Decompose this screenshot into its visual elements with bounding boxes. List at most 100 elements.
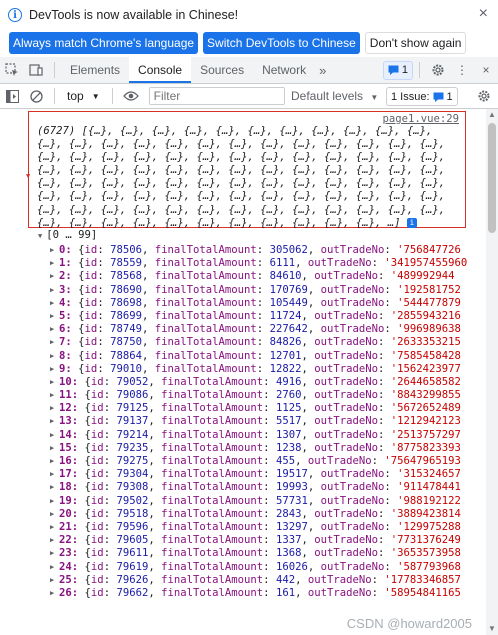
- expand-triangle-icon[interactable]: ▶: [50, 284, 54, 297]
- expand-triangle-icon[interactable]: ▶: [50, 587, 54, 600]
- always-match-language-button[interactable]: Always match Chrome's language: [9, 32, 199, 54]
- array-entry-row[interactable]: ▶ 17: {id: 79304, finalTotalAmount: 19517…: [0, 468, 486, 481]
- expand-triangle-icon[interactable]: ▶: [50, 495, 54, 508]
- switch-to-chinese-button[interactable]: Switch DevTools to Chinese: [203, 32, 360, 54]
- expand-triangle-icon[interactable]: ▶: [50, 310, 54, 323]
- info-badge-icon[interactable]: i: [406, 217, 417, 228]
- array-entry-row[interactable]: ▶ 9: {id: 79010, finalTotalAmount: 12822,…: [0, 363, 486, 376]
- console-settings-gear-icon[interactable]: [472, 84, 496, 108]
- inspect-element-icon[interactable]: [0, 57, 24, 83]
- scroll-up-icon[interactable]: ▲: [486, 109, 498, 121]
- source-link[interactable]: page1.vue:29: [382, 113, 459, 125]
- entry-index: 18: [59, 481, 72, 494]
- infobar-buttons: Always match Chrome's language Switch De…: [9, 32, 467, 54]
- entry-index: 12: [59, 402, 72, 415]
- array-entry-row[interactable]: ▶ 10: {id: 79052, finalTotalAmount: 4916,…: [0, 376, 486, 389]
- device-toolbar-icon[interactable]: [24, 57, 48, 83]
- expand-triangle-icon[interactable]: ▶: [50, 257, 54, 270]
- expand-triangle-icon[interactable]: ▶: [50, 508, 54, 521]
- array-entry-text: 13: {id: 79137, finalTotalAmount: 5517, …: [59, 415, 461, 428]
- array-entry-row[interactable]: ▶ 20: {id: 79518, finalTotalAmount: 2843,…: [0, 508, 486, 521]
- highlighted-log-message[interactable]: page1.vue:29 (6727) [{…}, {…}, {…}, {…},…: [28, 111, 466, 230]
- message-icon: [388, 65, 399, 75]
- array-entry-row[interactable]: ▶ 19: {id: 79502, finalTotalAmount: 57731…: [0, 495, 486, 508]
- array-entry-row[interactable]: ▶ 7: {id: 78750, finalTotalAmount: 84826,…: [0, 336, 486, 349]
- expand-triangle-icon[interactable]: ▶: [50, 244, 54, 257]
- expand-triangle-icon[interactable]: ▶: [50, 455, 54, 468]
- console-scrollbar[interactable]: ▲ ▼: [486, 109, 498, 635]
- expand-triangle-icon[interactable]: ▶: [50, 402, 54, 415]
- expand-triangle-icon[interactable]: ▶: [50, 442, 54, 455]
- sidebar-toggle-icon[interactable]: [0, 83, 24, 109]
- entry-id: 78690: [110, 283, 142, 296]
- gear-icon[interactable]: [426, 57, 450, 83]
- close-icon[interactable]: ×: [479, 5, 488, 23]
- array-entry-row[interactable]: ▶ 25: {id: 79626, finalTotalAmount: 442, …: [0, 574, 486, 587]
- array-entry-row[interactable]: ▶ 21: {id: 79596, finalTotalAmount: 13297…: [0, 521, 486, 534]
- expand-triangle-icon[interactable]: ▶: [50, 521, 54, 534]
- more-options-icon[interactable]: ⋮: [450, 57, 474, 83]
- array-entry-row[interactable]: ▶ 18: {id: 79308, finalTotalAmount: 19993…: [0, 481, 486, 494]
- array-entry-row[interactable]: ▶ 12: {id: 79125, finalTotalAmount: 1125,…: [0, 402, 486, 415]
- clear-console-icon[interactable]: [24, 83, 48, 109]
- tab-elements[interactable]: Elements: [61, 57, 129, 83]
- expand-triangle-icon[interactable]: ▶: [50, 323, 54, 336]
- expand-triangle-icon[interactable]: ▶: [50, 468, 54, 481]
- expand-triangle-icon[interactable]: ▶: [50, 534, 54, 547]
- range-group[interactable]: ▼ [0 … 99]: [38, 229, 97, 241]
- array-entry-row[interactable]: ▶ 14: {id: 79214, finalTotalAmount: 1307,…: [0, 429, 486, 442]
- array-entry-row[interactable]: ▶ 23: {id: 79611, finalTotalAmount: 1368,…: [0, 547, 486, 560]
- entry-amount: 11724: [269, 309, 302, 322]
- infobar-message-line: i DevTools is now available in Chinese!: [8, 8, 238, 22]
- array-entry-row[interactable]: ▶ 24: {id: 79619, finalTotalAmount: 16026…: [0, 561, 486, 574]
- array-entry-row[interactable]: ▶ 5: {id: 78699, finalTotalAmount: 11724,…: [0, 310, 486, 323]
- expand-triangle-icon[interactable]: ▶: [50, 363, 54, 376]
- array-entry-row[interactable]: ▶ 0: {id: 78506, finalTotalAmount: 305062…: [0, 244, 486, 257]
- expand-triangle-icon[interactable]: ▶: [50, 389, 54, 402]
- expand-triangle-icon[interactable]: ▶: [50, 574, 54, 587]
- more-tabs-chevron-icon[interactable]: »: [315, 63, 330, 78]
- log-levels-dropdown[interactable]: Default levels ▼: [291, 84, 378, 108]
- tab-sources[interactable]: Sources: [191, 57, 253, 83]
- expand-triangle-icon[interactable]: ▶: [50, 270, 54, 283]
- issues-button[interactable]: 1 Issue: 1: [386, 87, 458, 106]
- expand-triangle-icon[interactable]: ▼: [26, 172, 30, 180]
- close-devtools-icon[interactable]: ×: [474, 57, 498, 83]
- entry-index: 15: [59, 441, 72, 454]
- messages-badge[interactable]: 1: [382, 60, 413, 80]
- expand-triangle-icon[interactable]: ▶: [50, 415, 54, 428]
- filter-input[interactable]: [148, 87, 285, 105]
- array-entry-row[interactable]: ▶ 15: {id: 79235, finalTotalAmount: 1238,…: [0, 442, 486, 455]
- expand-triangle-icon[interactable]: ▶: [50, 350, 54, 363]
- tab-network[interactable]: Network: [253, 57, 315, 83]
- array-entry-row[interactable]: ▶ 6: {id: 78749, finalTotalAmount: 227642…: [0, 323, 486, 336]
- array-entry-row[interactable]: ▶ 16: {id: 79275, finalTotalAmount: 455, …: [0, 455, 486, 468]
- eye-icon[interactable]: [119, 83, 143, 109]
- array-entry-row[interactable]: ▶ 8: {id: 78864, finalTotalAmount: 12701,…: [0, 350, 486, 363]
- array-entry-row[interactable]: ▶ 2: {id: 78568, finalTotalAmount: 84610,…: [0, 270, 486, 283]
- array-entry-row[interactable]: ▶ 11: {id: 79086, finalTotalAmount: 2760,…: [0, 389, 486, 402]
- tab-console[interactable]: Console: [129, 57, 192, 83]
- issues-count: 1: [446, 90, 453, 103]
- array-entry-row[interactable]: ▶ 26: {id: 79662, finalTotalAmount: 161, …: [0, 587, 486, 600]
- expand-triangle-icon[interactable]: ▶: [50, 429, 54, 442]
- expand-triangle-icon[interactable]: ▶: [50, 561, 54, 574]
- array-entry-row[interactable]: ▶ 22: {id: 79605, finalTotalAmount: 1337,…: [0, 534, 486, 547]
- scroll-thumb[interactable]: [488, 123, 496, 233]
- dont-show-again-button[interactable]: Don't show again: [364, 32, 467, 54]
- context-selector[interactable]: top ▼: [61, 89, 106, 103]
- entry-trade-no: '2633353215: [390, 336, 461, 349]
- array-entry-row[interactable]: ▶ 13: {id: 79137, finalTotalAmount: 5517,…: [0, 415, 486, 428]
- scroll-down-icon[interactable]: ▼: [486, 623, 498, 635]
- expand-triangle-icon[interactable]: ▶: [50, 336, 54, 349]
- expand-triangle-icon[interactable]: ▶: [50, 481, 54, 494]
- array-entry-row[interactable]: ▶ 3: {id: 78690, finalTotalAmount: 170769…: [0, 284, 486, 297]
- array-entry-row[interactable]: ▶ 4: {id: 78698, finalTotalAmount: 105449…: [0, 297, 486, 310]
- array-entry-row[interactable]: ▶ 1: {id: 78559, finalTotalAmount: 6111, …: [0, 257, 486, 270]
- expand-triangle-icon[interactable]: ▶: [50, 376, 54, 389]
- infobar-message: DevTools is now available in Chinese!: [29, 8, 239, 22]
- expand-triangle-icon[interactable]: ▶: [50, 297, 54, 310]
- entry-trade-no: '756847726: [397, 244, 461, 256]
- array-preview[interactable]: (6727) [{…}, {…}, {…}, {…}, {…}, {…}, {……: [37, 125, 455, 230]
- expand-triangle-icon[interactable]: ▶: [50, 547, 54, 560]
